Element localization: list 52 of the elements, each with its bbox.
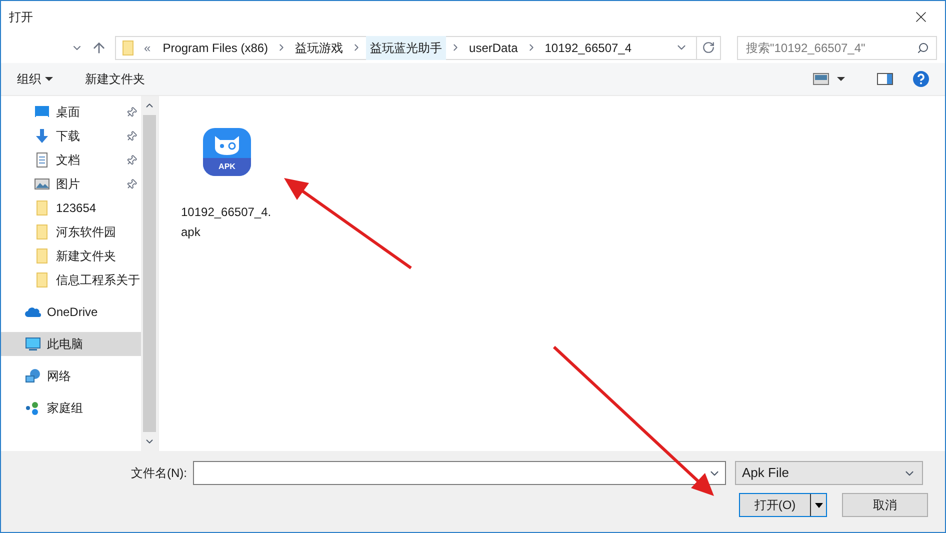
nav-item[interactable]: 信息工程系关于 <box>1 268 142 292</box>
nav-item[interactable]: 123654 <box>1 196 142 220</box>
network-icon <box>25 368 41 384</box>
window-title: 打开 <box>9 8 33 26</box>
cancel-button[interactable]: 取消 <box>842 493 928 517</box>
folder-icon <box>34 272 50 288</box>
open-button[interactable]: 打开(O) <box>739 493 827 517</box>
monitor-icon <box>25 336 41 352</box>
nav-item[interactable]: OneDrive <box>1 300 142 324</box>
folder-icon <box>34 248 50 264</box>
breadcrumb[interactable]: 益玩蓝光助手 <box>366 36 446 60</box>
refresh-icon[interactable] <box>702 41 715 54</box>
nav-item[interactable]: 此电脑 <box>1 332 142 356</box>
caret-icon <box>814 501 822 509</box>
monitor-icon <box>34 104 50 120</box>
image-icon <box>34 176 50 192</box>
file-type-select[interactable]: Apk File <box>735 461 923 485</box>
nav-item[interactable]: 图片 <box>1 172 142 196</box>
nav-item[interactable]: 下载 <box>1 124 142 148</box>
address-bar[interactable]: « Program Files (x86) 益玩游戏 益玩蓝光助手 userData 10192_66507_4 <box>115 36 721 60</box>
caret-icon <box>45 75 53 83</box>
preview-pane-icon[interactable] <box>877 73 893 85</box>
breadcrumb[interactable]: 10192_66507_4 <box>540 36 636 60</box>
folder-icon <box>34 200 50 216</box>
new-folder-button[interactable]: 新建文件夹 <box>85 70 145 88</box>
nav-item[interactable]: 家庭组 <box>1 396 142 420</box>
breadcrumb[interactable]: userData <box>465 36 522 60</box>
caret-icon[interactable] <box>837 75 845 83</box>
search-icon <box>917 42 929 54</box>
apk-app-icon: APK <box>203 128 251 176</box>
search-field[interactable]: 搜索"10192_66507_4" <box>737 36 937 60</box>
nav-item[interactable]: 新建文件夹 <box>1 244 142 268</box>
folder-icon <box>34 224 50 240</box>
organize-menu[interactable]: 组织 <box>17 70 53 88</box>
filename-label: 文件名(N): <box>131 465 188 482</box>
scrollbar-thumb[interactable] <box>143 115 156 432</box>
overflow-chevrons[interactable]: « <box>140 38 155 56</box>
file-name: 10192_66507_4.apk <box>181 204 272 241</box>
document-icon <box>34 152 50 168</box>
nav-item[interactable]: 桌面 <box>1 100 142 124</box>
breadcrumb[interactable]: 益玩游戏 <box>291 36 348 60</box>
filename-field[interactable] <box>193 461 726 485</box>
help-icon[interactable] <box>913 71 929 87</box>
view-icon[interactable] <box>813 73 829 85</box>
file-item[interactable]: APK 10192_66507_4.apk <box>181 128 277 242</box>
nav-item[interactable]: 文档 <box>1 148 142 172</box>
homegroup-icon <box>25 400 41 416</box>
breadcrumb[interactable]: Program Files (x86) <box>158 36 272 60</box>
down-arrow-icon <box>34 128 50 144</box>
nav-item[interactable]: 网络 <box>1 364 142 388</box>
nav-item[interactable]: 河东软件园 <box>1 220 142 244</box>
folder-icon <box>120 40 136 56</box>
